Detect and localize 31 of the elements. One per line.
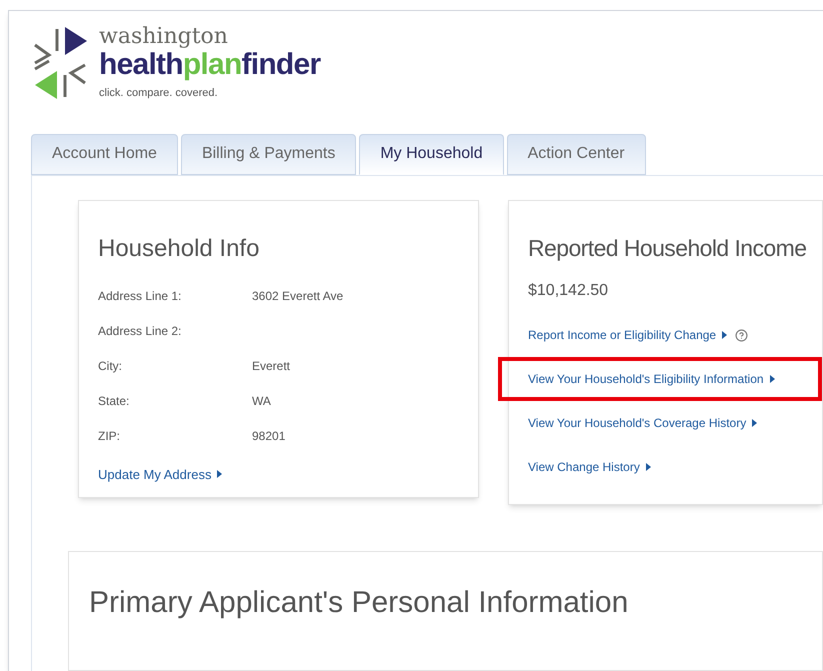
income-link[interactable]: View Change History — [528, 458, 651, 476]
tab[interactable]: My Household — [359, 134, 504, 174]
field-value: 3602 Everett Ave — [252, 288, 344, 304]
brand-name: washington — [99, 25, 229, 49]
tagline: click. compare. covered. — [99, 86, 219, 101]
tab[interactable]: Billing & Payments — [180, 134, 356, 174]
caret-icon — [217, 470, 222, 478]
caret-icon — [770, 375, 775, 383]
field-label: ZIP: — [98, 428, 122, 444]
help-icon[interactable] — [735, 328, 748, 342]
income-link[interactable]: Report Income or Eligibility Change — [528, 326, 728, 344]
field-label: State: — [98, 392, 130, 410]
caret-icon — [646, 463, 651, 471]
tab[interactable]: Action Center — [506, 134, 646, 174]
field-value: Everett — [252, 358, 290, 374]
card-title: Reported Household Income — [528, 234, 808, 263]
card-title: Household Info — [98, 234, 260, 264]
section-title: Primary Applicant's Personal Information — [89, 586, 628, 618]
caret-icon — [722, 331, 728, 339]
field-label: Address Line 2: — [98, 322, 182, 340]
field-value: WA — [252, 392, 271, 410]
field-value: 98201 — [252, 428, 286, 444]
update-address-link[interactable]: Update My Address — [98, 464, 222, 484]
income-link[interactable]: View Your Household's Coverage History — [528, 414, 758, 432]
income-amount: $10,142.50 — [528, 281, 610, 301]
field-label: Address Line 1: — [98, 288, 182, 304]
income-link[interactable]: View Your Household's Eligibility Information — [528, 370, 775, 388]
brand-wordmark: healthplanfinder — [99, 49, 320, 81]
tab[interactable]: Account Home — [31, 134, 178, 174]
field-label: City: — [98, 358, 123, 374]
caret-icon — [752, 419, 758, 427]
